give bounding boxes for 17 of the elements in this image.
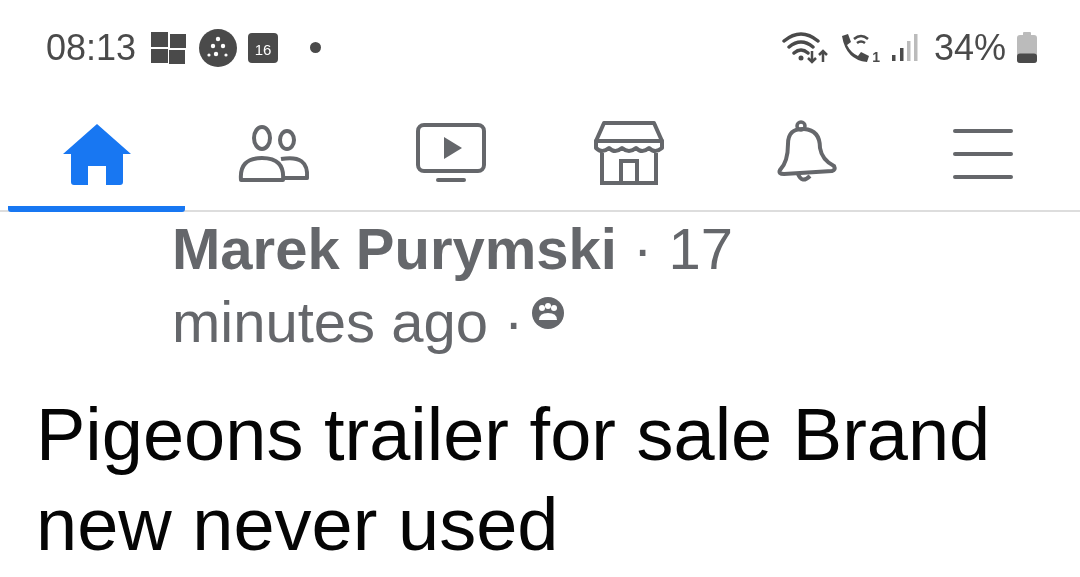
battery-percent: 34% bbox=[933, 26, 1006, 69]
post-title: Pigeons trailer for sale Brand new never used bbox=[36, 392, 992, 568]
quilt-icon bbox=[150, 30, 189, 65]
sim-number: 1 bbox=[872, 49, 880, 64]
post-author-time: minutes ago · bbox=[172, 288, 524, 356]
group-icon bbox=[531, 295, 566, 330]
calendar-icon: 16 bbox=[248, 32, 279, 63]
people-icon bbox=[237, 123, 311, 184]
notification-dot bbox=[310, 42, 322, 53]
signal-icon bbox=[889, 32, 918, 63]
dots-circle-icon bbox=[198, 27, 239, 68]
post-author-time: Marek Purymski · 17 bbox=[172, 215, 733, 283]
store-icon bbox=[593, 120, 664, 187]
video-icon bbox=[416, 122, 487, 185]
menu-icon bbox=[952, 126, 1015, 181]
status-time: 08:13 bbox=[46, 26, 137, 69]
wifi-icon bbox=[782, 30, 829, 65]
